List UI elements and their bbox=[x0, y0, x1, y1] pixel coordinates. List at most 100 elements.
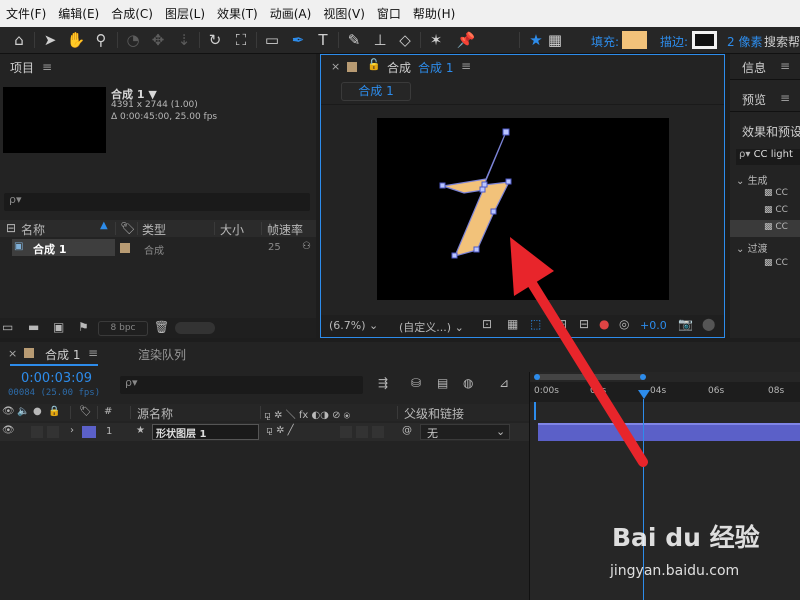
draft-3d-icon[interactable]: ⛁ bbox=[411, 376, 421, 390]
orbit-camera-icon[interactable]: ◔ bbox=[123, 30, 143, 50]
eraser-tool-icon[interactable]: ◇ bbox=[395, 30, 415, 50]
effects-search-input[interactable]: ρ▾ CC light bbox=[736, 149, 800, 165]
layer-row[interactable]: 👁 › 1 ★ 形状图层 1 ⚼ ✲ ╱ @ 无 ⌄ bbox=[0, 423, 530, 441]
motion-blur-icon[interactable]: ◍ bbox=[463, 376, 473, 390]
menu-effect[interactable]: 效果(T) bbox=[211, 5, 264, 22]
timeline-search-input[interactable]: ρ▾ bbox=[120, 376, 363, 394]
current-timecode[interactable]: 0:00:03:09 bbox=[21, 371, 92, 386]
expand-chevron-icon[interactable]: › bbox=[70, 425, 74, 436]
thumbnail-scrollbar[interactable] bbox=[175, 322, 215, 334]
roto-brush-icon[interactable]: ✶ bbox=[426, 30, 446, 50]
interpret-footage-icon[interactable]: ▭ bbox=[2, 320, 13, 334]
rotate-tool-icon[interactable]: ↻ bbox=[205, 30, 225, 50]
lock-icon[interactable]: 🔓 bbox=[367, 58, 381, 71]
project-title[interactable]: 项目 bbox=[10, 59, 34, 76]
resolution-dropdown[interactable]: (自定义...) ⌄ bbox=[399, 319, 464, 335]
effect-item-selected[interactable]: ▩ CC bbox=[730, 220, 800, 237]
comp-tab[interactable]: 合成 1 bbox=[341, 82, 411, 101]
menu-layer[interactable]: 图层(L) bbox=[159, 5, 211, 22]
comp-panel-title-name[interactable]: 合成 1 bbox=[418, 59, 453, 76]
col-parent[interactable]: 父级和链接 bbox=[404, 405, 464, 422]
home-icon[interactable]: ⌂ bbox=[9, 30, 29, 50]
stroke-label[interactable]: 描边: bbox=[660, 33, 688, 50]
frame-blending-icon[interactable]: ▤ bbox=[437, 376, 448, 390]
show-snapshot-icon[interactable]: ⬤ bbox=[702, 317, 715, 331]
rectangle-tool-icon[interactable]: ▭ bbox=[262, 30, 282, 50]
preview-panel-tab[interactable]: 预览 bbox=[742, 91, 766, 108]
adjust-toggle[interactable] bbox=[372, 426, 384, 438]
pen-tool-icon[interactable]: ✒ bbox=[288, 30, 308, 50]
new-folder-icon[interactable]: ▬ bbox=[28, 320, 39, 334]
fill-color-swatch[interactable] bbox=[622, 31, 647, 49]
effect-item[interactable]: ▩ CC bbox=[764, 205, 788, 215]
puppet-pin-icon[interactable]: 📌 bbox=[456, 30, 476, 50]
menu-file[interactable]: 文件(F) bbox=[0, 5, 52, 22]
type-tool-icon[interactable]: T bbox=[313, 30, 333, 50]
checker-icon[interactable]: ▦ bbox=[545, 30, 565, 50]
eye-icon[interactable]: 👁 bbox=[2, 425, 15, 436]
stroke-width-value[interactable]: 2 像素 bbox=[727, 33, 762, 50]
panel-menu-icon[interactable]: ≡ bbox=[780, 59, 790, 73]
layer-switches-icons[interactable]: ⚼ ✲ ╱ bbox=[266, 425, 294, 436]
menu-window[interactable]: 窗口 bbox=[371, 5, 407, 22]
menu-help[interactable]: 帮助(H) bbox=[407, 5, 461, 22]
clone-stamp-icon[interactable]: ⊥ bbox=[370, 30, 390, 50]
bit-depth-button[interactable]: 8 bpc bbox=[98, 321, 148, 336]
solo-icon[interactable]: ● bbox=[33, 406, 42, 417]
trash-icon[interactable]: 🗑 bbox=[154, 320, 169, 334]
effects-group-transition[interactable]: ⌄ 过渡 bbox=[736, 240, 768, 255]
label-color-swatch[interactable] bbox=[120, 243, 130, 253]
menu-edit[interactable]: 编辑(E) bbox=[52, 5, 105, 22]
anchor-tool-icon[interactable]: ⛶ bbox=[231, 30, 251, 50]
panel-menu-icon[interactable]: ≡ bbox=[42, 60, 52, 74]
project-settings-icon[interactable]: ⚑ bbox=[78, 320, 89, 334]
new-comp-icon[interactable]: ▣ bbox=[53, 320, 64, 334]
lock-toggle[interactable] bbox=[47, 426, 59, 438]
col-type[interactable]: 类型 bbox=[142, 221, 166, 238]
col-fps[interactable]: 帧速率 bbox=[267, 221, 303, 238]
flowchart-icon[interactable]: ⚇ bbox=[302, 241, 311, 252]
pick-whip-icon[interactable]: @ bbox=[402, 425, 412, 436]
fx-toggle[interactable] bbox=[340, 426, 352, 438]
menu-view[interactable]: 视图(V) bbox=[317, 5, 371, 22]
info-panel-tab[interactable]: 信息 bbox=[742, 59, 766, 76]
col-size[interactable]: 大小 bbox=[220, 221, 244, 238]
star-icon[interactable]: ★ bbox=[526, 30, 546, 50]
effects-group-generate[interactable]: ⌄ 生成 bbox=[736, 172, 768, 187]
render-queue-tab[interactable]: 渲染队列 bbox=[138, 346, 186, 363]
table-row[interactable]: ▣ 合成 1 合成 25 ⚇ bbox=[0, 239, 316, 257]
selection-tool-icon[interactable]: ➤ bbox=[40, 30, 60, 50]
fill-label[interactable]: 填充: bbox=[591, 33, 619, 50]
close-icon[interactable]: × bbox=[8, 347, 17, 360]
stroke-color-swatch[interactable] bbox=[692, 31, 717, 49]
col-source-name[interactable]: 源名称 bbox=[137, 405, 173, 422]
comp-flowchart-icon[interactable]: ⇶ bbox=[378, 376, 388, 390]
search-help-field[interactable]: 搜索帮 bbox=[764, 33, 800, 50]
camera-snapshot-icon[interactable]: 📷 bbox=[678, 317, 693, 331]
hand-tool-icon[interactable]: ✋ bbox=[66, 30, 86, 50]
effect-item[interactable]: ▩ CC bbox=[764, 258, 788, 268]
layer-name[interactable]: 形状图层 1 bbox=[152, 424, 259, 440]
motion-blur-toggle[interactable] bbox=[356, 426, 368, 438]
menu-composition[interactable]: 合成(C) bbox=[105, 5, 159, 22]
dolly-camera-icon[interactable]: ⇣ bbox=[174, 30, 194, 50]
solo-toggle[interactable] bbox=[31, 426, 43, 438]
menu-animation[interactable]: 动画(A) bbox=[264, 5, 318, 22]
zoom-tool-icon[interactable]: ⚲ bbox=[91, 30, 111, 50]
panel-menu-icon[interactable]: ≡ bbox=[461, 59, 471, 73]
video-toggle-icon[interactable]: 👁 bbox=[2, 406, 15, 417]
effects-presets-tab[interactable]: 效果和预设 bbox=[742, 123, 800, 140]
close-icon[interactable]: × bbox=[331, 60, 340, 73]
timeline-comp-tab[interactable]: 合成 1 bbox=[45, 346, 80, 363]
audio-toggle-icon[interactable]: 🔈 bbox=[17, 406, 29, 417]
panel-menu-icon[interactable]: ≡ bbox=[88, 346, 98, 360]
panel-menu-icon[interactable]: ≡ bbox=[780, 91, 790, 105]
zoom-dropdown[interactable]: (6.7%) ⌄ bbox=[329, 319, 378, 332]
pan-camera-icon[interactable]: ✥ bbox=[148, 30, 168, 50]
layer-label-color[interactable] bbox=[82, 426, 96, 438]
lock-icon[interactable]: 🔒 bbox=[48, 406, 60, 417]
project-search-input[interactable]: ρ▾ bbox=[4, 193, 310, 211]
brush-tool-icon[interactable]: ✎ bbox=[344, 30, 364, 50]
effect-item[interactable]: ▩ CC bbox=[764, 188, 788, 198]
col-name[interactable]: 名称 bbox=[21, 221, 45, 238]
